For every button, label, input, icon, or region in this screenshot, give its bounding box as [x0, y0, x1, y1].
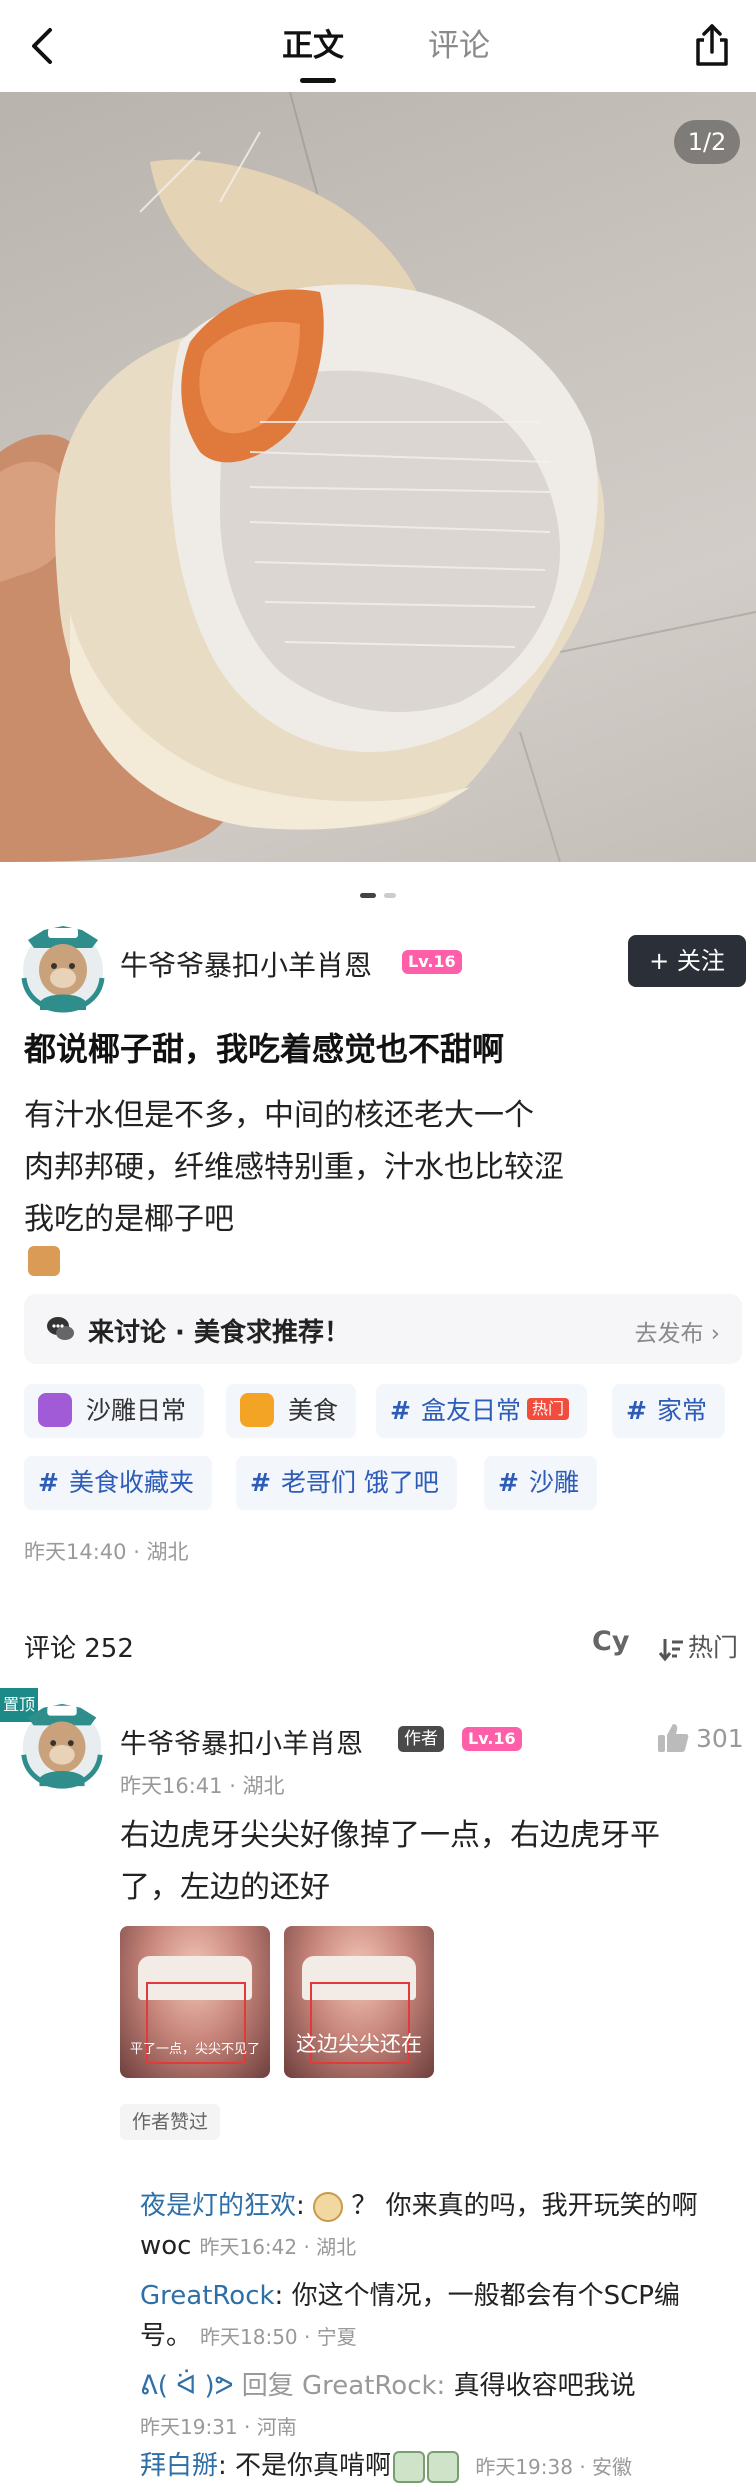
image-caption: 这边尖尖还在: [296, 2032, 422, 2056]
image-caption: 平了一点，尖尖不见了: [129, 2042, 260, 2057]
hashtag-icon: #: [390, 1396, 411, 1425]
post-body-line: 我吃的是椰子吧: [24, 1202, 234, 1237]
doge-icon: [38, 1393, 72, 1427]
active-tab-indicator: [300, 78, 336, 83]
laughing-emoji-icon: [427, 2450, 460, 2483]
reply-author[interactable]: GreatRock: [140, 2281, 275, 2311]
tab-main-content[interactable]: 正文: [282, 24, 344, 68]
tag-food-collection[interactable]: # 美食收藏夹: [24, 1456, 212, 1510]
follow-button[interactable]: + 关注: [628, 935, 746, 987]
food-bowl-icon: [240, 1393, 274, 1427]
tag-food[interactable]: 美食: [226, 1384, 357, 1438]
post-body-line: 肉邦邦硬，纤维感特别重，汁水也比较涩: [24, 1150, 564, 1185]
translate-button[interactable]: Cy: [592, 1626, 629, 1657]
reply-text-cont: woc: [140, 2231, 192, 2261]
reply-text: 你这个情况，一般都会有个SCP编: [291, 2281, 680, 2311]
tag-label: 老哥们 饿了吧: [280, 1468, 439, 1497]
laughing-emoji-icon: [393, 2450, 426, 2483]
author-level-badge: Lv.16: [402, 950, 462, 974]
discussion-card[interactable]: 来讨论 · 美食求推荐！ 去发布 ›: [24, 1294, 742, 1364]
reply-colon: :: [218, 2451, 236, 2481]
comment-text-line: 右边虎牙尖尖好像掉了一点，右边虎牙平: [120, 1818, 660, 1853]
thumbs-up-icon[interactable]: [656, 1722, 690, 1754]
tag-hungry-bros[interactable]: # 老哥们 饿了吧: [236, 1456, 457, 1510]
tag-label: 美食收藏夹: [68, 1468, 194, 1497]
thinking-emoji-icon: [313, 2191, 344, 2222]
reply-timestamp: 昨天19:31 · 河南: [140, 2415, 297, 2439]
hashtag-icon: #: [626, 1396, 647, 1425]
reply-author[interactable]: ᕕ( ᐛ )ᕗ: [140, 2371, 233, 2401]
tag-shadiao[interactable]: # 沙雕: [484, 1456, 597, 1510]
sort-label: 热门: [688, 1633, 739, 1662]
comment-author-name[interactable]: 牛爷爷暴扣小羊肖恩: [120, 1722, 363, 1761]
tag-label: 盒友日常: [420, 1396, 521, 1425]
hashtag-icon: #: [498, 1468, 519, 1497]
chat-bubbles-icon: [47, 1317, 74, 1340]
reply-to: 回复 GreatRock:: [241, 2371, 446, 2401]
reply-text: ？ 你来真的吗，我开玩笑的啊: [351, 2191, 698, 2221]
comment-level-badge: Lv.16: [462, 1727, 522, 1751]
hashtag-icon: #: [250, 1468, 271, 1497]
liked-by-author-badge: 作者赞过: [120, 2104, 221, 2140]
discussion-action[interactable]: 去发布 ›: [634, 1314, 720, 1348]
hashtag-icon: #: [38, 1468, 59, 1497]
post-body-line-last: 我吃的是椰子吧: [24, 1194, 724, 1276]
sort-hot-button[interactable]: 热门: [658, 1628, 738, 1664]
chevron-right-icon: ›: [710, 1321, 720, 1347]
reply-timestamp: 昨天19:38 · 安徽: [475, 2455, 633, 2479]
tag-label: 沙雕日常: [86, 1396, 187, 1425]
discussion-text: 来讨论 · 美食求推荐！: [88, 1318, 350, 1348]
comment-text-line: 了，左边的还好: [120, 1870, 330, 1905]
hot-badge: 热门: [526, 1398, 569, 1420]
sort-icon: [658, 1639, 683, 1662]
share-icon[interactable]: [690, 22, 734, 70]
doge-emoji-icon: [28, 1246, 60, 1276]
tag-label: 美食: [288, 1396, 339, 1425]
reply-item[interactable]: 拜白掰: 不是你真啃啊 昨天19:38 · 安徽: [140, 2446, 740, 2487]
reply-item[interactable]: GreatRock: 你这个情况，一般都会有个SCP编 号。 昨天18:50 · …: [140, 2276, 740, 2357]
tag-label: 家常: [656, 1396, 707, 1425]
top-nav: 正文 评论: [0, 0, 756, 92]
discussion-action-label: 去发布: [634, 1321, 704, 1347]
reply-timestamp: 昨天16:42 · 湖北: [199, 2235, 357, 2259]
tab-comments[interactable]: 评论: [428, 24, 490, 68]
author-tag: 作者: [398, 1726, 444, 1752]
reply-text: 不是你真啃啊: [235, 2451, 392, 2481]
author-avatar[interactable]: [14, 918, 112, 1016]
comment-author-avatar[interactable]: [14, 1696, 110, 1792]
reply-colon: :: [296, 2191, 314, 2221]
carousel-dot-active: [360, 893, 376, 898]
post-photo[interactable]: 1/2: [0, 92, 756, 862]
reply-colon: :: [274, 2281, 292, 2311]
reply-item[interactable]: ᕕ( ᐛ )ᕗ 回复 GreatRock: 真得收容吧我说 昨天19:31 · …: [140, 2366, 740, 2447]
reply-author[interactable]: 夜是灯的狂欢: [140, 2191, 296, 2221]
coconut-photo: [0, 92, 756, 862]
carousel-dot: [384, 893, 396, 898]
reply-item[interactable]: 夜是灯的狂欢: ？ 你来真的吗，我开玩笑的啊 woc 昨天16:42 · 湖北: [140, 2186, 740, 2267]
reply-text-cont: 号。: [140, 2321, 193, 2351]
post-body-line: 有汁水但是不多，中间的核还老大一个: [24, 1098, 534, 1133]
post-timestamp: 昨天14:40 · 湖北: [24, 1540, 189, 1564]
author-name[interactable]: 牛爷爷暴扣小羊肖恩: [120, 944, 372, 984]
tag-shadiao-daily[interactable]: 沙雕日常: [24, 1384, 205, 1438]
comments-count: 评论 252: [24, 1634, 134, 1664]
reply-text: 真得收容吧我说: [453, 2371, 636, 2401]
comment-image[interactable]: 平了一点，尖尖不见了: [120, 1926, 270, 2078]
post-title: 都说椰子甜，我吃着感觉也不甜啊: [24, 1030, 505, 1068]
reply-author[interactable]: 拜白掰: [140, 2451, 218, 2481]
like-count: 301: [696, 1724, 744, 1753]
tag-home-cooking[interactable]: # 家常: [612, 1384, 725, 1438]
comment-image[interactable]: 这边尖尖还在: [284, 1926, 434, 2078]
photo-counter: 1/2: [674, 120, 740, 164]
post-body: 有汁水但是不多，中间的核还老大一个 肉邦邦硬，纤维感特别重，汁水也比较涩 我吃的…: [24, 1090, 724, 1276]
tag-hezi-daily[interactable]: # 盒友日常 热门: [376, 1384, 587, 1438]
back-arrow-icon[interactable]: [24, 24, 64, 68]
comment-text: 右边虎牙尖尖好像掉了一点，右边虎牙平 了，左边的还好: [120, 1810, 740, 1914]
tag-label: 沙雕: [528, 1468, 579, 1497]
comment-timestamp: 昨天16:41 · 湖北: [120, 1774, 285, 1798]
reply-timestamp: 昨天18:50 · 宁夏: [200, 2325, 357, 2349]
carousel-dots: [360, 893, 420, 899]
